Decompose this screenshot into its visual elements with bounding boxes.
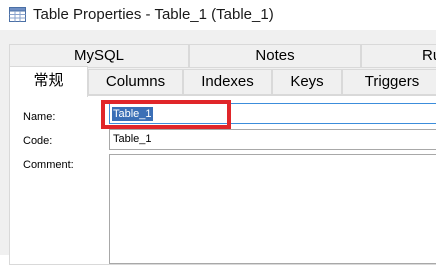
code-label: Code:	[23, 135, 53, 147]
comment-label: Comment:	[23, 159, 74, 171]
tab-notes[interactable]: Notes	[189, 44, 361, 68]
tab-general[interactable]: 常规	[9, 66, 88, 97]
window-title: Table Properties - Table_1 (Table_1)	[33, 6, 274, 23]
table-icon	[9, 7, 26, 22]
tab-mysql[interactable]: MySQL	[9, 44, 189, 68]
tab-columns[interactable]: Columns	[88, 69, 183, 95]
tab-triggers[interactable]: Triggers	[342, 69, 436, 95]
highlight-box	[101, 100, 231, 129]
tab-indexes[interactable]: Indexes	[183, 69, 272, 95]
comment-textarea[interactable]	[109, 154, 436, 264]
tab-rules[interactable]: Ru	[361, 44, 436, 68]
name-label: Name:	[23, 111, 56, 123]
code-field[interactable]: Table_1	[109, 129, 436, 150]
title-bar: Table Properties - Table_1 (Table_1)	[0, 0, 436, 30]
tab-keys[interactable]: Keys	[272, 69, 342, 95]
